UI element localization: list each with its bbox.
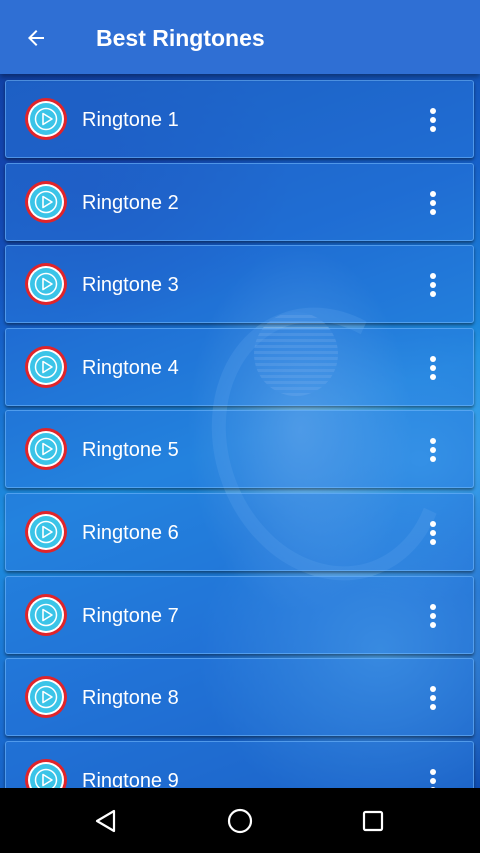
ringtone-label: Ringtone 8 — [82, 687, 179, 709]
nav-back-icon — [95, 809, 116, 833]
more-vert-icon — [430, 273, 436, 297]
ringtone-label: Ringtone 7 — [82, 605, 179, 627]
more-options-button[interactable] — [419, 434, 447, 466]
more-vert-icon — [430, 769, 436, 788]
list-item[interactable]: Ringtone 8 — [5, 658, 474, 736]
play-disc-icon[interactable] — [24, 427, 68, 471]
more-vert-icon — [430, 191, 436, 215]
list-item[interactable]: Ringtone 3 — [5, 245, 474, 323]
more-options-button[interactable] — [419, 187, 447, 219]
list-item[interactable]: Ringtone 7 — [5, 576, 474, 654]
ringtone-label: Ringtone 6 — [82, 522, 179, 544]
play-disc-icon[interactable] — [24, 758, 68, 788]
more-vert-icon — [430, 108, 436, 132]
more-options-button[interactable] — [419, 269, 447, 301]
list-item[interactable]: Ringtone 5 — [5, 410, 474, 488]
more-options-button[interactable] — [419, 682, 447, 714]
play-disc-icon[interactable] — [24, 675, 68, 719]
play-disc-icon[interactable] — [24, 262, 68, 306]
list-item[interactable]: Ringtone 6 — [5, 493, 474, 571]
ringtone-label: Ringtone 4 — [82, 357, 179, 379]
list-item[interactable]: Ringtone 9 — [5, 741, 474, 788]
play-disc-icon[interactable] — [24, 593, 68, 637]
play-disc-icon[interactable] — [24, 510, 68, 554]
arrow-back-icon — [28, 30, 44, 46]
ringtone-label: Ringtone 5 — [82, 439, 179, 461]
screen: Best Ringtones Ringtone 1 Ringtone 2 Rin… — [0, 0, 480, 853]
more-vert-icon — [430, 604, 436, 628]
list-item[interactable]: Ringtone 2 — [5, 163, 474, 241]
more-options-button[interactable] — [419, 517, 447, 549]
nav-home-button[interactable] — [218, 800, 262, 842]
list-item[interactable]: Ringtone 4 — [5, 328, 474, 406]
ringtone-label: Ringtone 1 — [82, 109, 179, 131]
app-bar: Best Ringtones — [0, 0, 480, 74]
page-title: Best Ringtones — [96, 25, 265, 51]
system-navigation-bar — [0, 788, 480, 853]
more-vert-icon — [430, 438, 436, 462]
play-disc-icon[interactable] — [24, 97, 68, 141]
ringtone-label: Ringtone 3 — [82, 274, 179, 296]
ringtone-label: Ringtone 2 — [82, 192, 179, 214]
ringtone-label: Ringtone 9 — [82, 770, 179, 788]
nav-recents-button[interactable] — [351, 800, 395, 842]
nav-recents-icon — [362, 810, 384, 832]
more-options-button[interactable] — [419, 104, 447, 136]
nav-back-button[interactable] — [84, 800, 128, 842]
more-vert-icon — [430, 356, 436, 380]
more-options-button[interactable] — [419, 352, 447, 384]
more-options-button[interactable] — [419, 765, 447, 788]
back-button[interactable] — [14, 16, 58, 60]
play-disc-icon[interactable] — [24, 180, 68, 224]
ringtone-list[interactable]: Ringtone 1 Ringtone 2 Ringtone 3 Rington… — [0, 74, 480, 788]
more-vert-icon — [430, 686, 436, 710]
list-item[interactable]: Ringtone 1 — [5, 80, 474, 158]
play-disc-icon[interactable] — [24, 345, 68, 389]
more-options-button[interactable] — [419, 600, 447, 632]
nav-home-icon — [227, 808, 253, 834]
more-vert-icon — [430, 521, 436, 545]
